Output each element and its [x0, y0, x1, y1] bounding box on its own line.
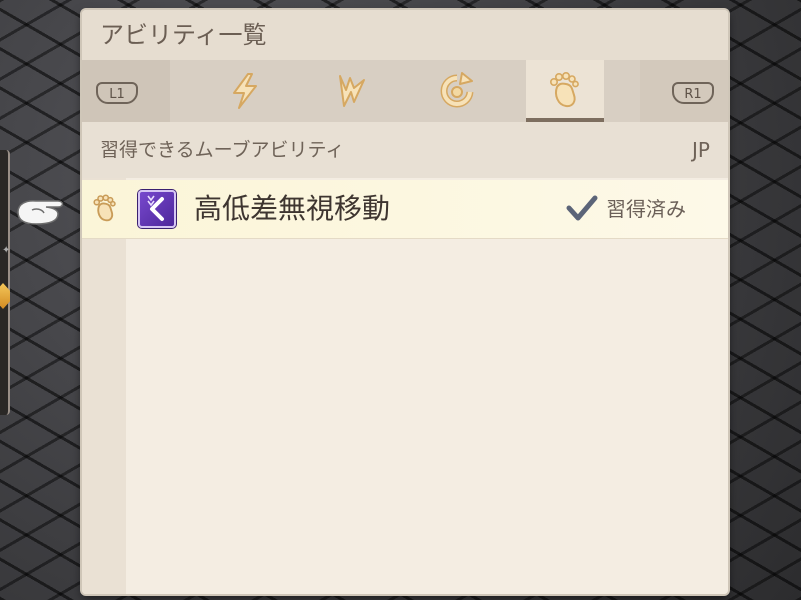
party-side-strip — [0, 150, 10, 415]
section-title: 習得できるムーブアビリティ — [100, 139, 345, 161]
jp-column-header: JP — [692, 138, 710, 162]
section-header: 習得できるムーブアビリティ JP — [82, 122, 728, 178]
ability-list-panel: アビリティ一覧 L1 R1 習得できるムーブアビリティ JP 高低差無視移動 習… — [82, 10, 728, 594]
ability-tab-bar: L1 R1 — [82, 60, 728, 122]
r1-button[interactable]: R1 — [672, 82, 714, 104]
tab-move-ability[interactable] — [526, 60, 604, 122]
high-ground-move-icon — [138, 190, 176, 228]
footprint-icon — [550, 71, 579, 108]
list-gutter — [82, 178, 126, 594]
ability-name: 高低差無視移動 — [194, 192, 391, 225]
footprint-icon — [93, 194, 116, 222]
tab-reaction-ability[interactable] — [312, 60, 390, 122]
tab-action-ability[interactable] — [206, 60, 284, 122]
check-icon — [566, 195, 598, 221]
lightning-bolt-icon — [339, 75, 365, 107]
learned-status: 習得済み — [606, 197, 686, 221]
ability-list: 高低差無視移動 習得済み — [82, 178, 728, 594]
panel-title: アビリティ一覧 — [82, 10, 728, 60]
sparkle-icon: ✦ — [2, 245, 11, 256]
ability-row[interactable]: 高低差無視移動 習得済み — [82, 180, 728, 239]
pointer-hand-icon — [17, 200, 64, 225]
rotate-arrow-icon — [440, 72, 474, 108]
lightning-icon — [233, 73, 257, 109]
l1-button[interactable]: L1 — [96, 82, 138, 104]
tab-support-ability[interactable] — [418, 60, 496, 122]
